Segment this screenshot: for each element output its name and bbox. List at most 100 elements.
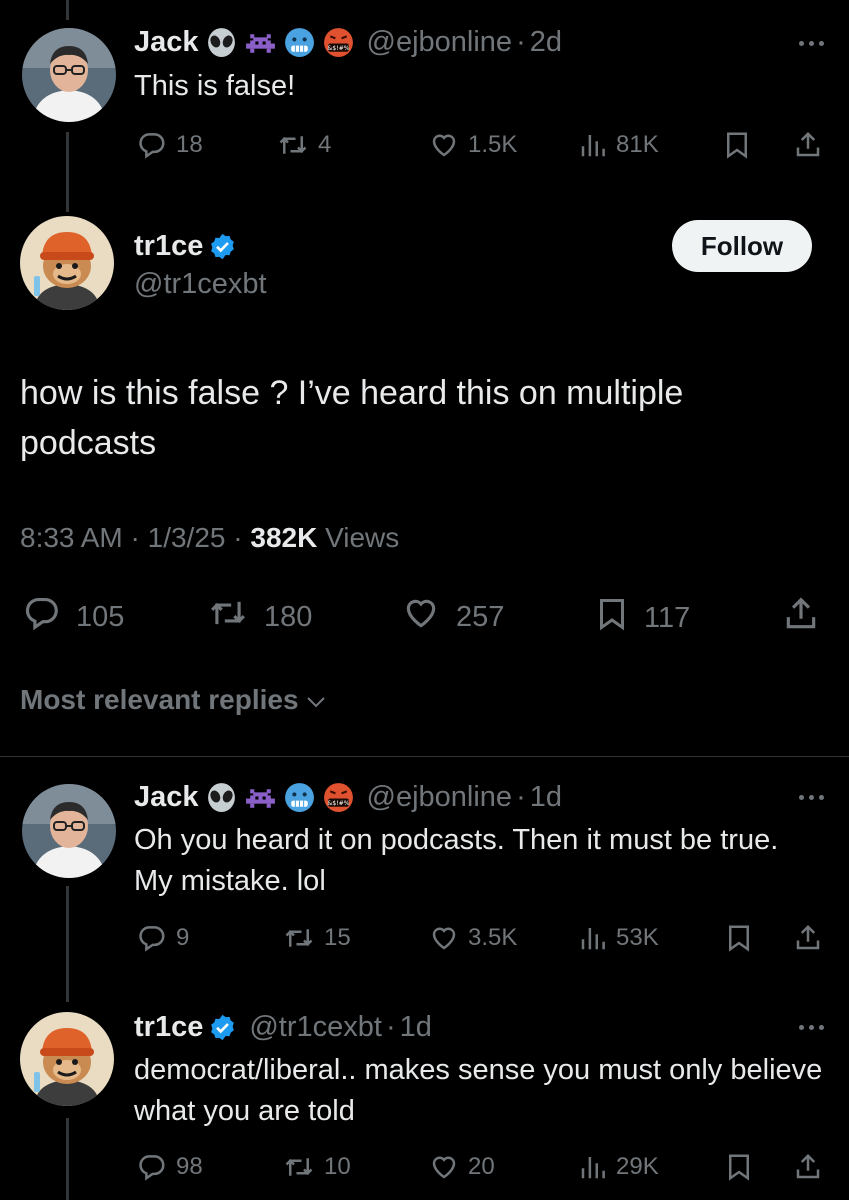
reply1-text: Oh you heard it on podcasts. Then it mus… <box>134 824 779 897</box>
svg-text:&$!#%: &$!#% <box>327 800 349 807</box>
bookmark-icon <box>722 130 752 160</box>
views-button[interactable]: 81K <box>578 130 659 160</box>
main-text: how is this false ? I’ve heard this on m… <box>20 374 684 462</box>
share-icon <box>793 923 823 953</box>
cold-face-emoji <box>283 781 316 814</box>
avatar-jack[interactable] <box>22 784 116 878</box>
space-invader-emoji <box>244 781 277 814</box>
separator-dot: · <box>385 1010 396 1043</box>
tweet1-handle[interactable]: @ejbonline <box>367 26 513 59</box>
tweet1-time[interactable]: 2d <box>530 26 562 59</box>
repost-button[interactable]: 10 <box>282 1152 351 1182</box>
main-date[interactable]: 1/3/25 <box>148 522 226 553</box>
repost-button[interactable]: 180 <box>206 594 312 640</box>
views-count: 81K <box>616 131 659 158</box>
reply-count: 18 <box>176 131 203 158</box>
tweet-meta: 8:33 AM · 1/3/25 · 382K Views <box>20 522 399 554</box>
repost-icon <box>282 1152 316 1182</box>
avatar-jack[interactable] <box>22 28 116 122</box>
avatar-tr1ce[interactable] <box>20 1012 114 1106</box>
more-options-icon[interactable] <box>799 1025 824 1030</box>
repost-button[interactable]: 15 <box>282 923 351 953</box>
reply-button[interactable]: 105 <box>22 594 124 640</box>
reply-button[interactable]: 9 <box>136 923 189 953</box>
reply-count: 9 <box>176 924 190 951</box>
cursing-face-emoji: &$!#% <box>322 781 355 814</box>
main-views-count: 382K <box>250 522 318 553</box>
share-icon <box>793 1152 823 1182</box>
like-button[interactable]: 1.5K <box>428 130 517 160</box>
repost-icon <box>282 923 316 953</box>
reply-icon <box>136 1152 168 1182</box>
reply1-handle[interactable]: @ejbonline <box>367 781 513 814</box>
heart-icon <box>428 130 460 160</box>
separator-dot: · <box>130 522 140 553</box>
space-invader-emoji <box>244 26 277 59</box>
like-button[interactable]: 3.5K <box>428 923 517 953</box>
repost-count: 4 <box>318 131 332 158</box>
main-handle[interactable]: @tr1cexbt <box>134 268 267 301</box>
heart-icon <box>428 923 460 953</box>
repost-icon <box>276 130 310 160</box>
avatar-tr1ce[interactable] <box>20 216 114 310</box>
views-button[interactable]: 29K <box>578 1152 659 1182</box>
verified-badge-icon <box>208 232 237 261</box>
reply-button[interactable]: 98 <box>136 1152 203 1182</box>
bookmark-icon <box>594 594 630 642</box>
bookmark-icon <box>724 923 754 953</box>
reply1-header: Jack &$!#% @ejbonline · 1d <box>134 777 562 817</box>
share-icon <box>782 594 820 642</box>
like-count: 3.5K <box>468 924 518 951</box>
separator-dot: · <box>516 25 526 58</box>
views-icon <box>578 923 608 953</box>
follow-button[interactable]: Follow <box>672 220 812 272</box>
reply-icon <box>136 130 168 160</box>
views-button[interactable]: 53K <box>578 923 659 953</box>
cold-face-emoji <box>283 26 316 59</box>
cursing-face-emoji: &$!#% <box>322 26 355 59</box>
verified-badge-icon <box>208 1013 237 1042</box>
share-button[interactable] <box>793 130 823 160</box>
like-count: 257 <box>456 600 505 633</box>
reply2-header: tr1ce @tr1cexbt · 1d <box>134 1007 432 1047</box>
reply2-name[interactable]: tr1ce <box>134 1011 203 1044</box>
like-count: 1.5K <box>468 131 518 158</box>
views-icon <box>578 130 608 160</box>
more-options-icon[interactable] <box>799 41 824 46</box>
repost-icon <box>206 594 250 640</box>
reply-count: 98 <box>176 1153 203 1180</box>
share-button[interactable] <box>782 594 820 642</box>
reply2-handle[interactable]: @tr1cexbt <box>249 1011 382 1044</box>
like-count: 20 <box>468 1153 495 1180</box>
bookmark-button[interactable]: 117 <box>594 594 690 642</box>
reply1-name[interactable]: Jack <box>134 781 199 814</box>
sort-label: Most relevant replies <box>20 684 299 715</box>
bookmark-count: 117 <box>644 601 691 634</box>
bookmark-button[interactable] <box>724 923 754 953</box>
share-button[interactable] <box>793 923 823 953</box>
more-options-icon[interactable] <box>799 795 824 800</box>
reply1-time[interactable]: 1d <box>530 781 562 814</box>
like-button[interactable]: 20 <box>428 1152 495 1182</box>
thread-line <box>66 0 69 20</box>
share-icon <box>793 130 823 160</box>
main-time[interactable]: 8:33 AM <box>20 522 123 553</box>
repost-button[interactable]: 4 <box>276 130 331 160</box>
chevron-down-icon <box>305 684 327 716</box>
share-button[interactable] <box>793 1152 823 1182</box>
sort-replies-dropdown[interactable]: Most relevant replies <box>20 684 327 716</box>
separator-dot: · <box>233 522 243 553</box>
reply-icon <box>136 923 168 953</box>
bookmark-button[interactable] <box>722 130 752 160</box>
main-name[interactable]: tr1ce <box>134 230 203 263</box>
thread-line <box>66 886 69 1002</box>
reply2-text: democrat/liberal.. makes sense you must … <box>134 1054 823 1127</box>
like-button[interactable]: 257 <box>400 594 504 640</box>
tweet1-name[interactable]: Jack <box>134 26 199 59</box>
reply-button[interactable]: 18 <box>136 130 203 160</box>
bookmark-button[interactable] <box>724 1152 754 1182</box>
reply2-time[interactable]: 1d <box>400 1011 432 1044</box>
divider <box>0 756 849 757</box>
tweet1-header: Jack &$!#% @ejbonline · 2d <box>134 22 562 62</box>
repost-count: 180 <box>264 600 313 633</box>
